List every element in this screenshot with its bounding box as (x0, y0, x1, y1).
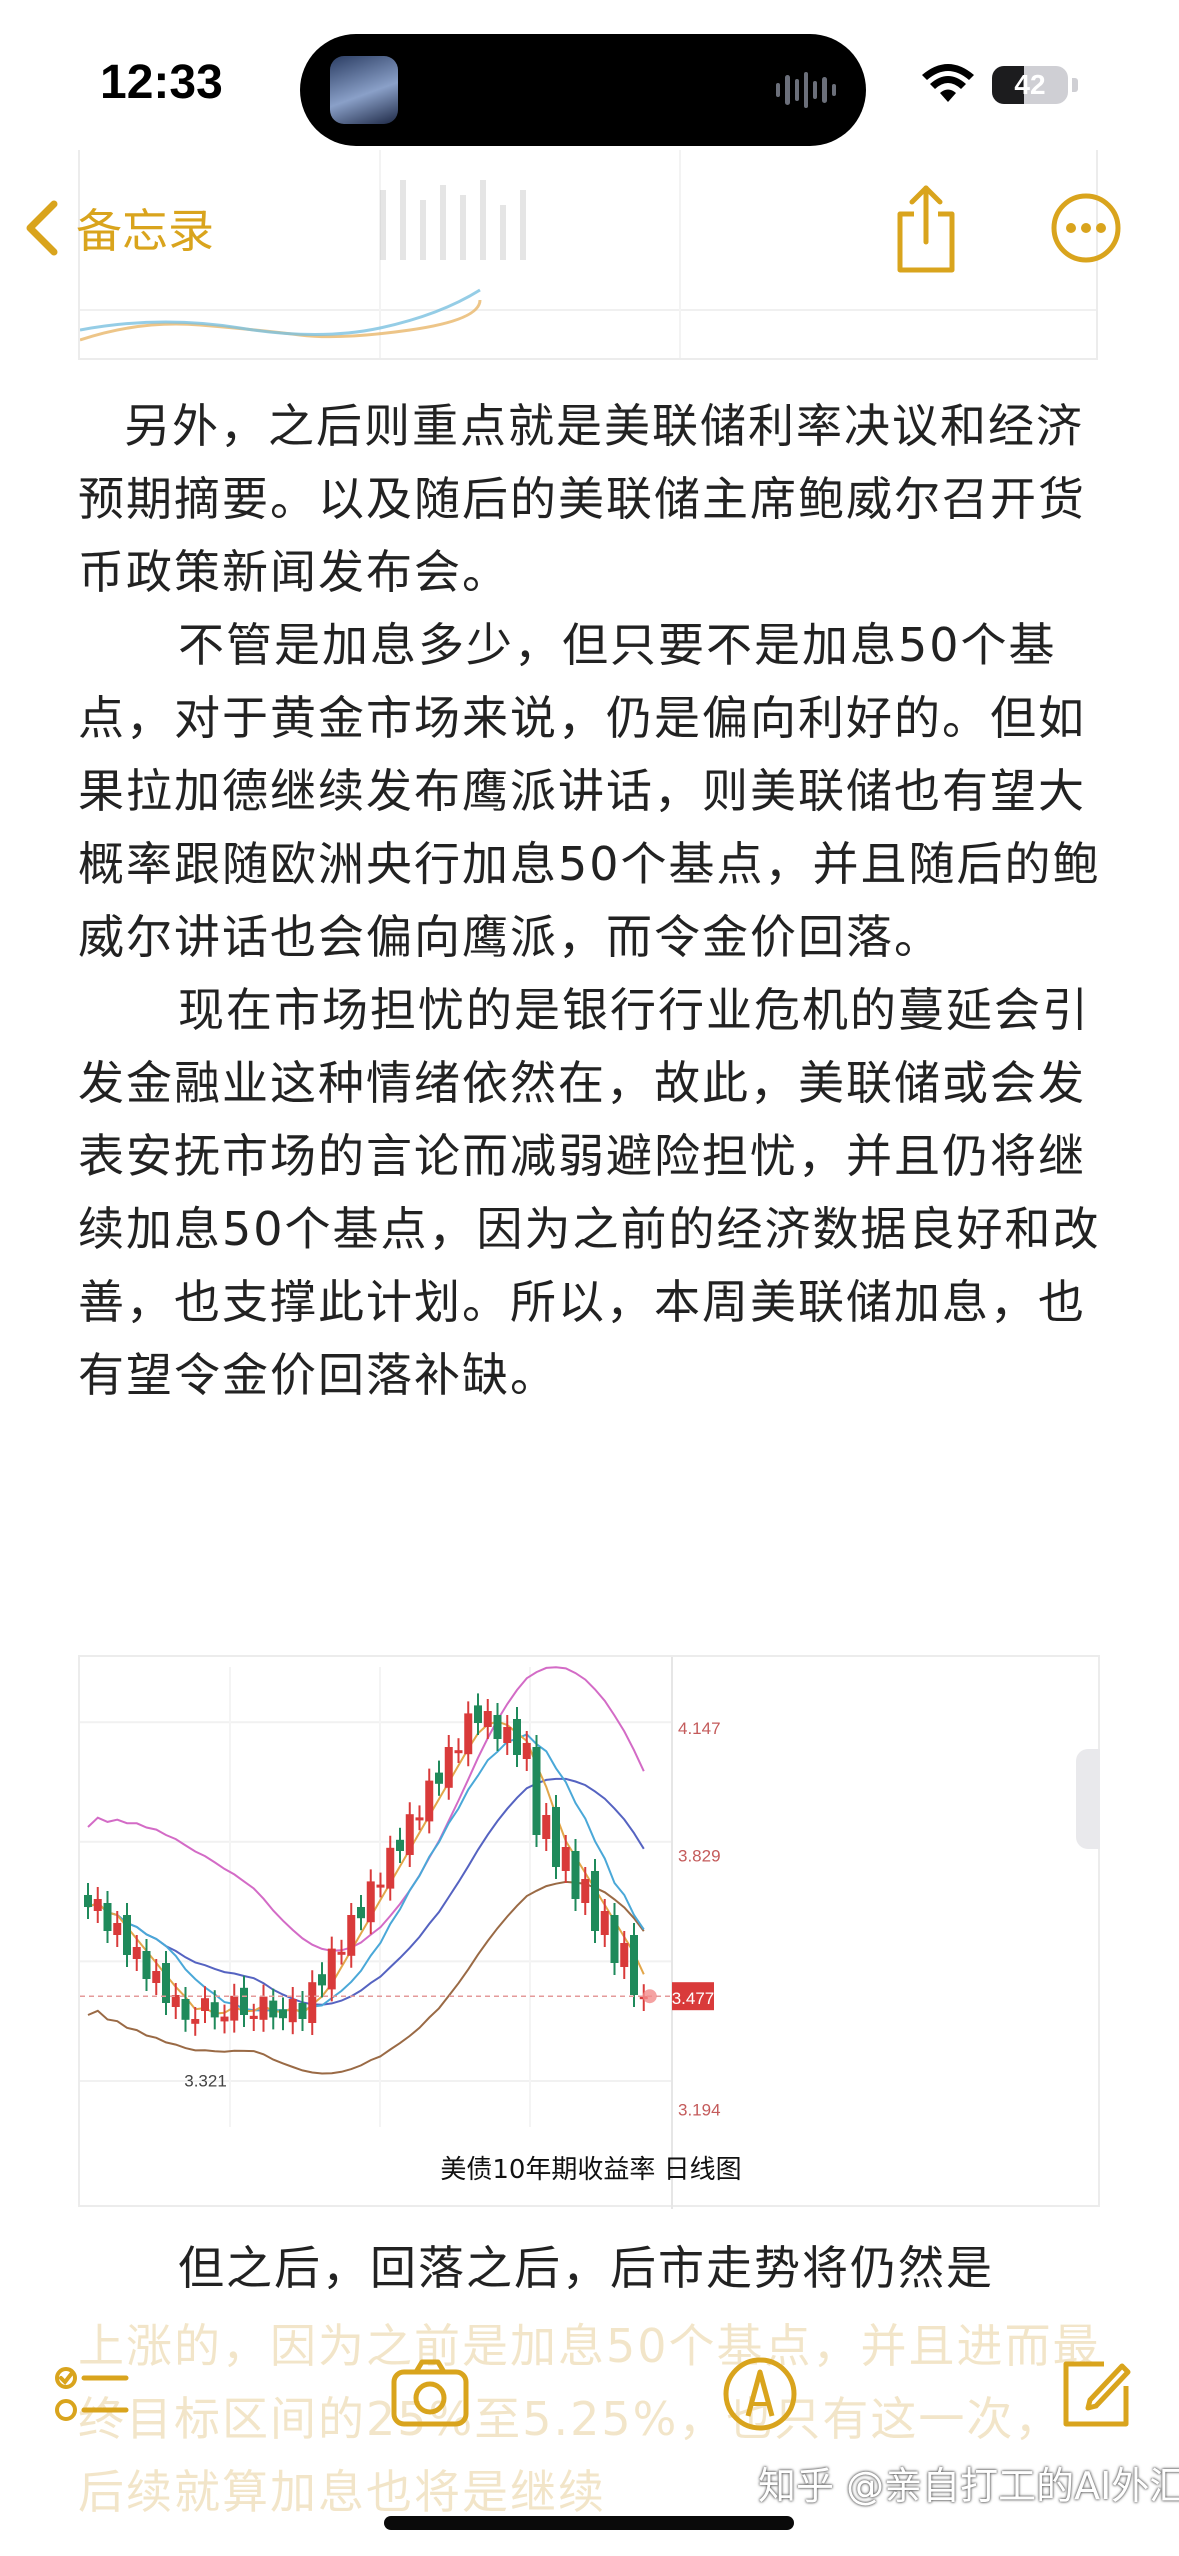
ellipsis-circle-icon[interactable] (1050, 192, 1122, 264)
candle-body (279, 2009, 287, 2019)
watermark-text: 知乎 @亲自打工的AI外汇 (758, 2464, 1179, 2508)
compose-icon[interactable] (1056, 2354, 1136, 2434)
status-bar: 12:33 42 (0, 0, 1179, 170)
candle-body (376, 1884, 385, 1888)
current-price-marker (642, 1989, 657, 2004)
candle-body (581, 1879, 590, 1903)
candle-body (493, 1715, 502, 1739)
camera-icon[interactable] (390, 2354, 470, 2434)
audio-waveform-icon (776, 70, 836, 110)
battery-level: 42 (1014, 69, 1046, 100)
note-tail-paragraph: 但之后，回落之后，后市走势将仍然是 (178, 2241, 994, 2295)
candle-body (522, 1743, 531, 1759)
candle-body (396, 1839, 404, 1851)
candle-body (591, 1871, 599, 1931)
bollinger-lower-line (87, 1880, 645, 2075)
candle-body (142, 1951, 151, 1979)
current-price-label: 3.477 (672, 1989, 715, 2008)
candle-body (435, 1772, 443, 1784)
chevron-left-icon (26, 200, 58, 256)
note-body[interactable]: 另外，之后则重点就是美联储利率决议和经济预期摘要。以及随后的美联储主席鲍威尔召开… (78, 390, 1108, 1412)
chart-title: 美债10年期收益率 日线图 (440, 2155, 742, 2185)
candle-body (93, 1899, 102, 1911)
chart-image[interactable]: 3.477 4.147 3.829 3.194 3.321 美债10年期收益率 日线图 (78, 1655, 1100, 2209)
checklist-icon[interactable] (52, 2354, 132, 2434)
candle-body (483, 1711, 492, 1727)
candle-body (132, 1947, 141, 1959)
share-icon[interactable] (890, 180, 962, 276)
y-tick-label: 3.829 (678, 1846, 721, 1865)
candle-body (405, 1814, 414, 1855)
candle-body (620, 1943, 629, 1967)
status-time: 12:33 (100, 56, 223, 109)
candle-body (308, 1982, 317, 2023)
candle-body (84, 1895, 92, 1907)
candle-body (269, 2000, 278, 2018)
back-button-label: 备忘录 (76, 204, 214, 258)
candle-body (162, 1963, 170, 2003)
candle-body (230, 1995, 239, 2021)
candle-body (454, 1750, 463, 1754)
candle-body (249, 2015, 258, 2019)
candle-body (366, 1881, 375, 1923)
candle-body (220, 2016, 229, 2022)
candle-body (630, 1935, 638, 1995)
y-tick-label: 3.194 (678, 2100, 721, 2119)
candle-body (474, 1705, 482, 1723)
dynamic-island[interactable] (300, 34, 866, 146)
wifi-icon (922, 64, 974, 102)
note-paragraph-4: 但之后，回落之后，后市走势将仍然是 (78, 2232, 1108, 2305)
y-tick-label: 4.147 (678, 1719, 721, 1738)
candle-body (552, 1807, 560, 1867)
candle-body (561, 1847, 570, 1871)
candle-body (191, 2019, 200, 2024)
candle-body (571, 1851, 580, 1899)
ma-mid-line (87, 1733, 645, 2012)
candle-body (337, 1951, 346, 1955)
candle-body (298, 2003, 307, 2019)
candle-body (327, 1948, 336, 1990)
low-value-label: 3.321 (184, 2072, 227, 2091)
candle-body (513, 1719, 521, 1755)
chart-expand-handle[interactable] (1076, 1749, 1100, 1849)
candle-body (103, 1903, 112, 1931)
candle-body (259, 1996, 268, 2020)
candle-body (464, 1713, 473, 1755)
battery-cap (1072, 78, 1078, 92)
candle-body (123, 1915, 131, 1955)
candle-body (288, 1999, 297, 2023)
pen-tip-icon[interactable] (720, 2354, 800, 2434)
candle-body (210, 2002, 219, 2018)
candle-body (610, 1915, 619, 1963)
candle-body (386, 1847, 395, 1889)
candle-body (181, 1999, 190, 2020)
battery-indicator: 42 (992, 66, 1068, 104)
ma-short-line (87, 1720, 645, 2015)
candle-body (600, 1911, 609, 1935)
candle-body (201, 1998, 209, 2011)
candle-body (318, 1974, 326, 1986)
navigation-bar: 备忘录 (0, 170, 1179, 320)
ma-long-line (87, 1777, 645, 2006)
candle-body (425, 1780, 434, 1822)
candle-body (503, 1727, 512, 1743)
candle-body (532, 1747, 541, 1835)
candle-body (357, 1907, 365, 1919)
candle-body (152, 1971, 161, 1983)
now-playing-artwork (330, 56, 398, 124)
candle-body (347, 1915, 356, 1956)
candle-body (415, 1817, 424, 1821)
candlestick-chart: 3.477 4.147 3.829 3.194 3.321 (80, 1657, 721, 2209)
back-button[interactable]: 备忘录 (22, 188, 214, 268)
candle-body (444, 1747, 453, 1788)
bollinger-upper-line (87, 1666, 645, 1952)
note-paragraph-1: 另外，之后则重点就是美联储利率决议和经济预期摘要。以及随后的美联储主席鲍威尔召开… (78, 399, 1086, 599)
candle-body (542, 1815, 551, 1839)
candle-body (240, 1987, 248, 2015)
candle-body (113, 1923, 122, 1935)
home-indicator[interactable] (384, 2516, 794, 2530)
note-paragraph-3: 现在市场担忧的是银行行业危机的蔓延会引发金融业这种情绪依然在，故此，美联储或会发… (78, 983, 1101, 1402)
note-paragraph-2: 不管是加息多少，但只要不是加息50个基点，对于黄金市场来说，仍是偏向利好的。但如… (78, 618, 1101, 964)
